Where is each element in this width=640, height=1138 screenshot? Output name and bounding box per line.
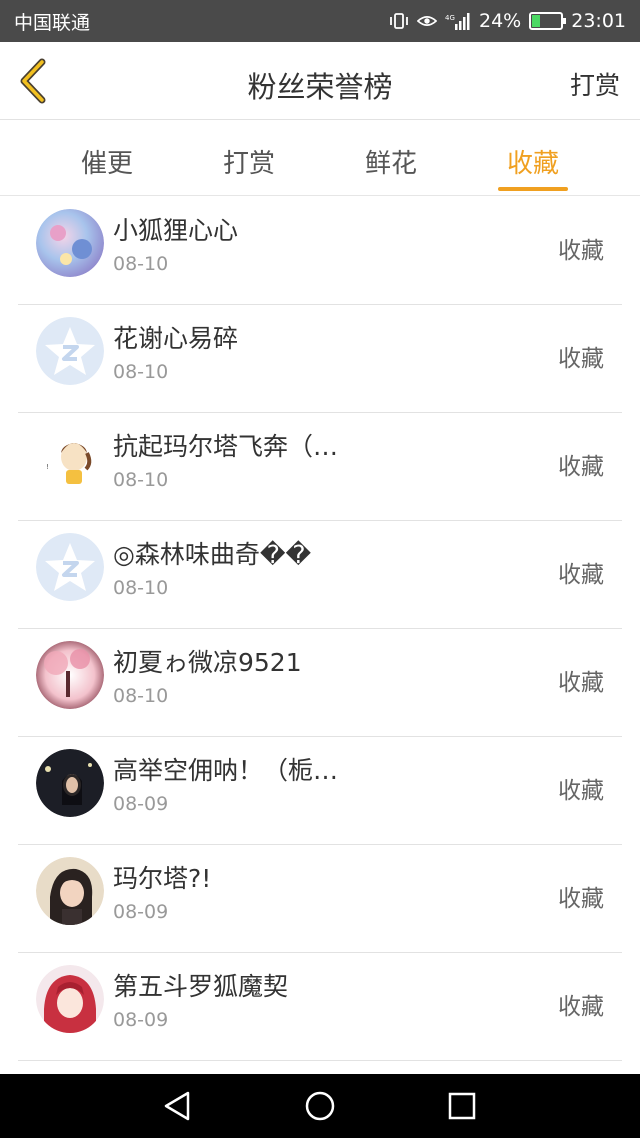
- default-avatar-star-icon[interactable]: [36, 317, 104, 385]
- avatar[interactable]: [36, 641, 104, 709]
- fan-date: 08-10: [113, 577, 169, 599]
- top-header: 粉丝荣誉榜 打赏: [0, 42, 640, 120]
- fan-name: 初夏ゎ微凉9521: [113, 648, 302, 677]
- fan-date: 08-10: [113, 685, 169, 707]
- fan-list: 小狐狸心心 08-10 收藏 花谢心易碎 08-10 收藏 ! 抗起玛尔塔飞奔（…: [18, 197, 622, 1061]
- svg-text:4G: 4G: [445, 14, 455, 22]
- list-item[interactable]: 第五斗罗狐魔契 08-09 收藏: [18, 953, 622, 1061]
- fan-name: 抗起玛尔塔飞奔（…: [113, 432, 339, 461]
- avatar[interactable]: [36, 209, 104, 277]
- avatar[interactable]: !: [36, 425, 104, 493]
- action-label: 收藏: [558, 886, 604, 912]
- vibrate-icon: [390, 13, 408, 29]
- avatar[interactable]: [36, 965, 104, 1033]
- status-icons: 4G 24% 23:01: [389, 10, 626, 32]
- reward-button[interactable]: 打赏: [570, 66, 620, 102]
- eye-icon: [417, 16, 437, 26]
- battery-percent: 24%: [479, 10, 522, 32]
- tab-label: 催更: [80, 149, 133, 179]
- battery-icon: [529, 12, 567, 30]
- system-nav-bar: [0, 1074, 640, 1138]
- action-label: 收藏: [558, 670, 604, 696]
- list-item[interactable]: 小狐狸心心 08-10 收藏: [18, 197, 622, 305]
- tab-urge[interactable]: 催更: [36, 121, 178, 195]
- tab-flowers[interactable]: 鲜花: [320, 121, 462, 195]
- status-bar: 中国联通 4G 24% 23:01: [0, 0, 640, 42]
- tab-label: 收藏: [506, 149, 559, 179]
- home-circle-icon[interactable]: [302, 1088, 338, 1124]
- fan-name: ◎森林味曲奇��: [113, 540, 312, 569]
- fan-date: 08-10: [113, 361, 169, 383]
- action-label: 收藏: [558, 238, 604, 264]
- action-label: 收藏: [558, 994, 604, 1020]
- action-label: 收藏: [558, 778, 604, 804]
- list-item[interactable]: ◎森林味曲奇�� 08-10 收藏: [18, 521, 622, 629]
- avatar[interactable]: [36, 857, 104, 925]
- tab-label: 打赏: [222, 149, 275, 179]
- recents-square-icon[interactable]: [444, 1088, 480, 1124]
- fan-name: 花谢心易碎: [113, 324, 239, 353]
- fan-date: 08-10: [113, 469, 169, 491]
- page-title: 粉丝荣誉榜: [247, 70, 393, 104]
- list-item[interactable]: 玛尔塔?! 08-09 收藏: [18, 845, 622, 953]
- fan-name: 玛尔塔?!: [113, 864, 212, 893]
- fan-name: 第五斗罗狐魔契: [113, 972, 289, 1001]
- tab-reward[interactable]: 打赏: [178, 121, 320, 195]
- action-label: 收藏: [558, 346, 604, 372]
- list-item[interactable]: 高举空佣呐！（栀… 08-09 收藏: [18, 737, 622, 845]
- default-avatar-star-icon[interactable]: [36, 533, 104, 601]
- avatar[interactable]: [36, 749, 104, 817]
- fan-name: 高举空佣呐！（栀…: [113, 756, 339, 785]
- list-item[interactable]: 初夏ゎ微凉9521 08-10 收藏: [18, 629, 622, 737]
- list-item[interactable]: 花谢心易碎 08-10 收藏: [18, 305, 622, 413]
- list-item[interactable]: ! 抗起玛尔塔飞奔（… 08-10 收藏: [18, 413, 622, 521]
- action-label: 收藏: [558, 454, 604, 480]
- tab-favorites[interactable]: 收藏: [462, 121, 604, 195]
- fan-name: 小狐狸心心: [113, 216, 239, 245]
- back-triangle-icon[interactable]: [160, 1088, 196, 1124]
- action-label: 收藏: [558, 562, 604, 588]
- carrier-label: 中国联通: [14, 11, 91, 34]
- tab-label: 鲜花: [364, 149, 417, 179]
- fan-date: 08-09: [113, 1009, 169, 1031]
- fan-date: 08-10: [113, 253, 169, 275]
- signal-icon: 4G: [445, 13, 470, 30]
- clock: 23:01: [571, 10, 626, 32]
- svg-text:!: !: [46, 463, 49, 471]
- fan-date: 08-09: [113, 793, 169, 815]
- fan-date: 08-09: [113, 901, 169, 923]
- tab-bar: 催更 打赏 鲜花 收藏: [0, 121, 640, 196]
- active-tab-indicator: [498, 187, 568, 191]
